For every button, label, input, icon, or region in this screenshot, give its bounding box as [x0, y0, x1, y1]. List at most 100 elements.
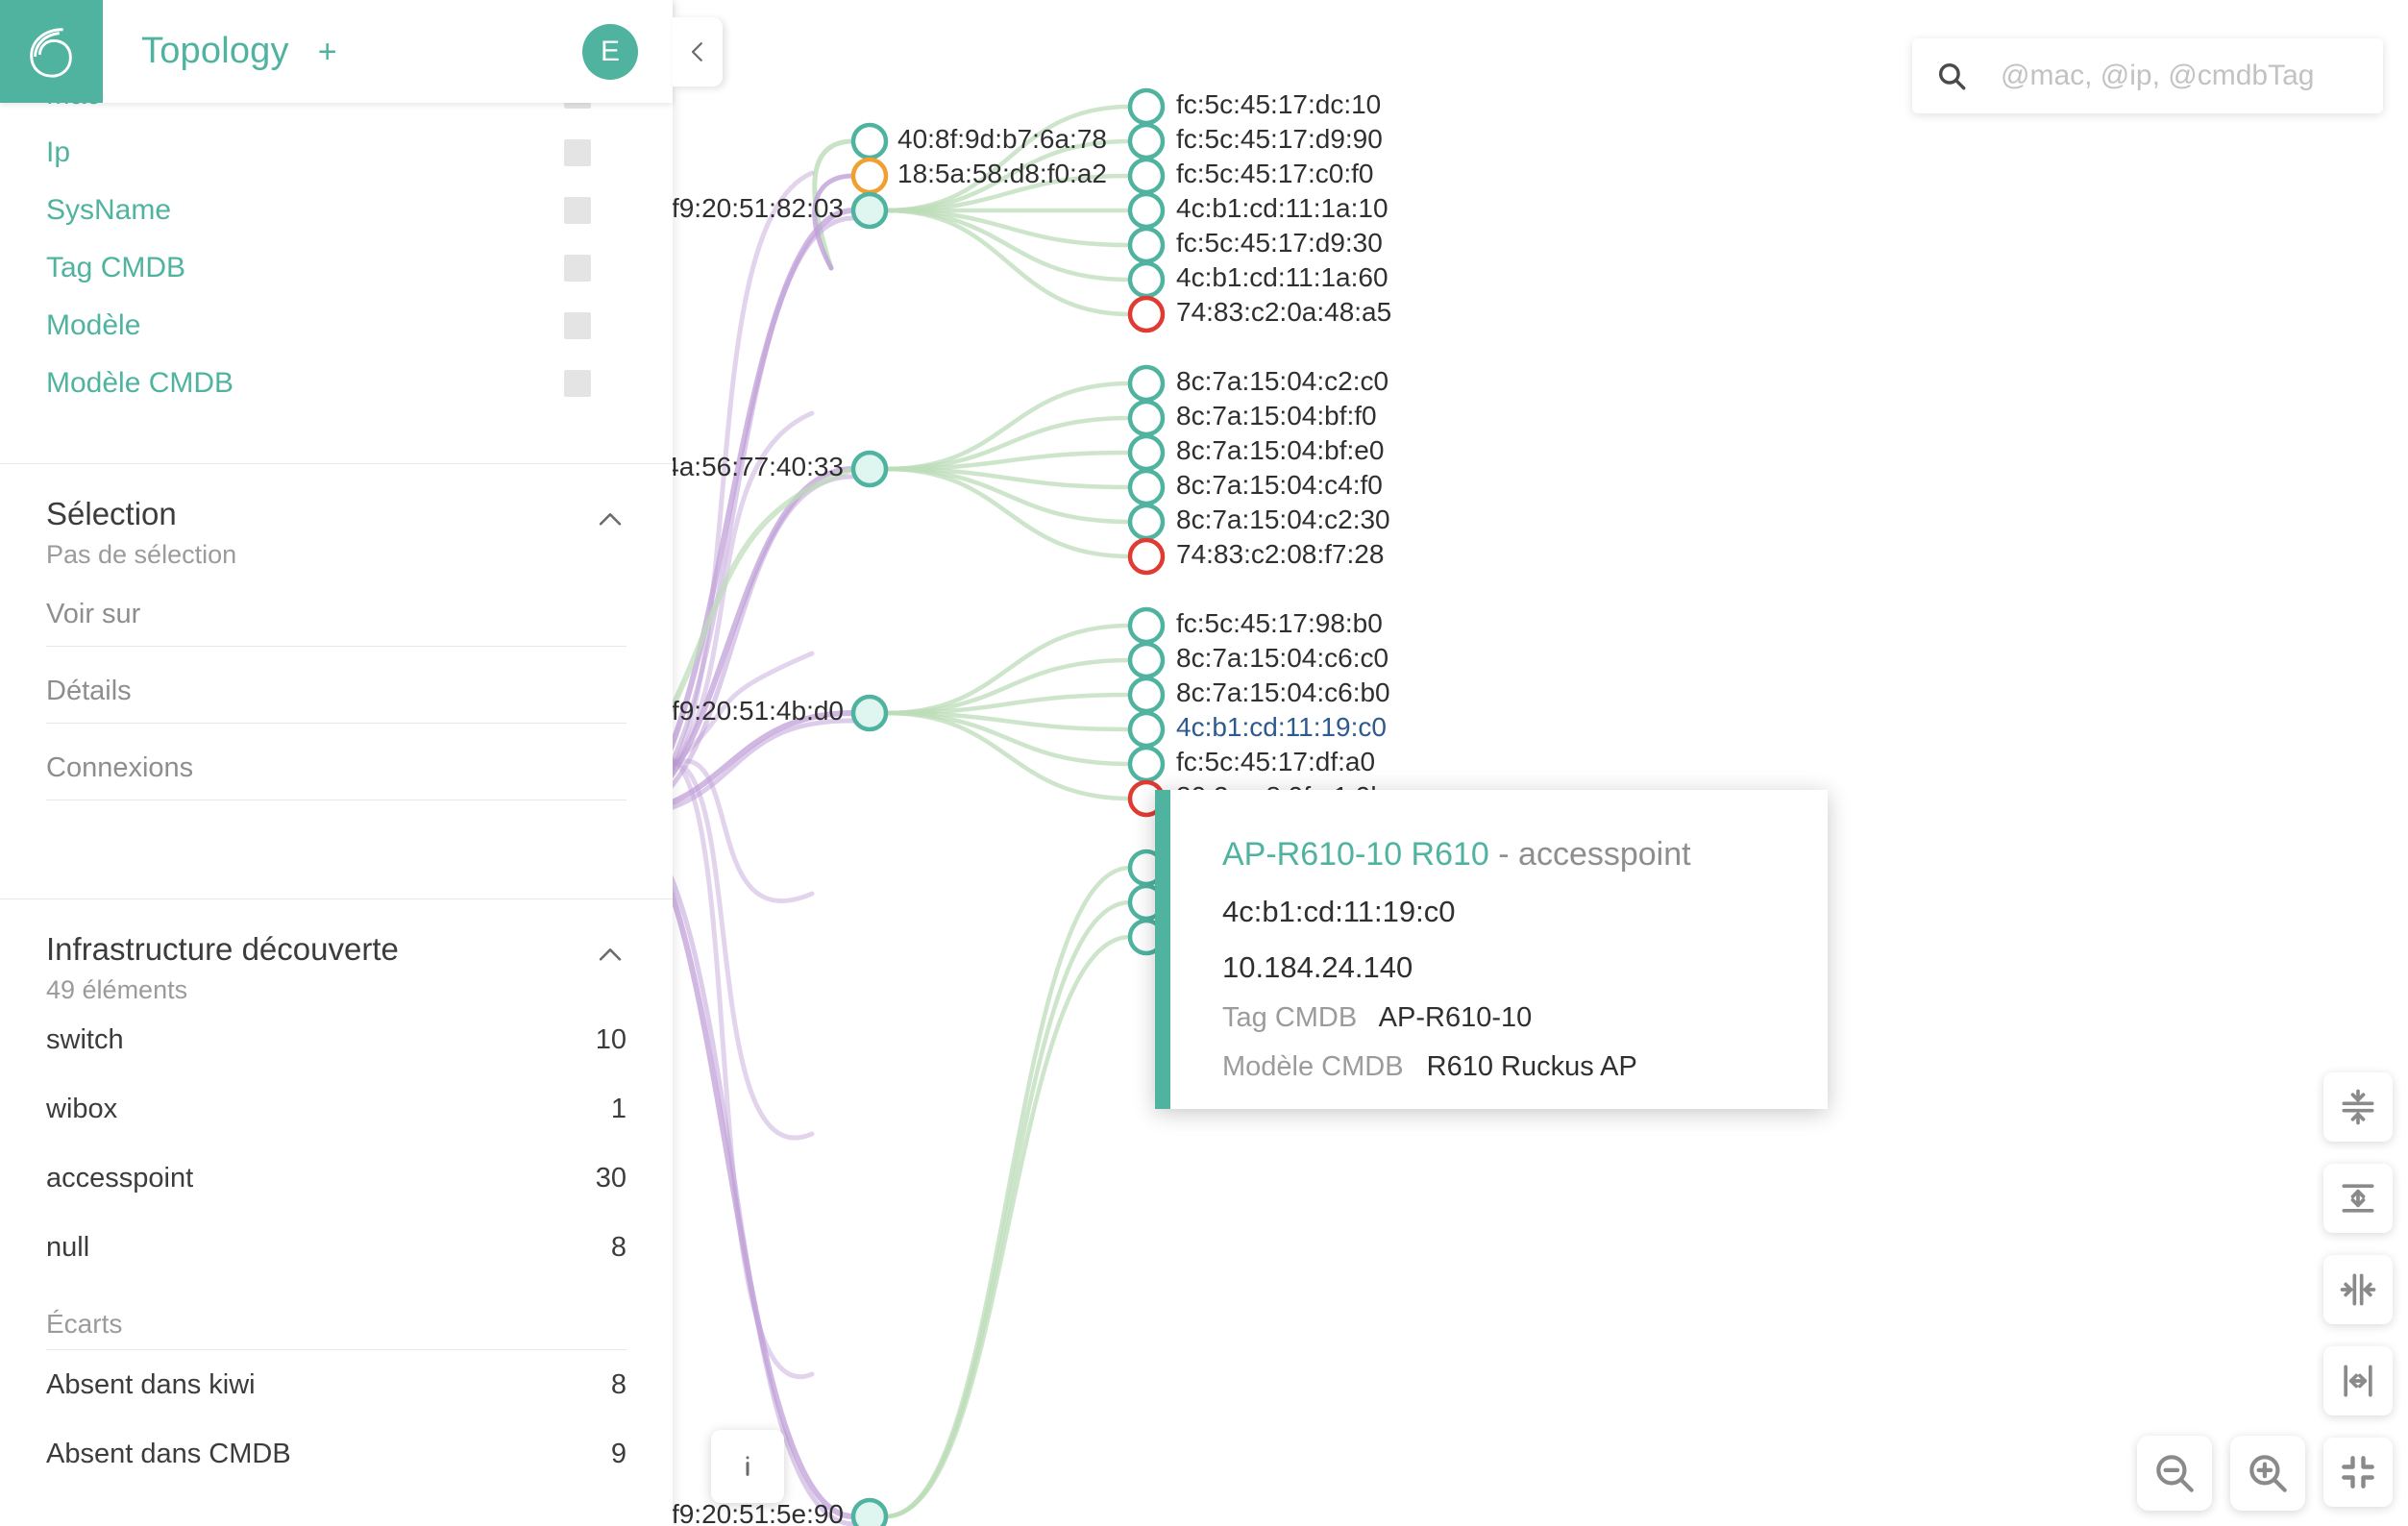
graph-node-leaf[interactable]: [1127, 676, 1166, 714]
graph-node-leaf[interactable]: [1127, 226, 1166, 264]
compress-horizontal-button[interactable]: [2323, 1255, 2393, 1324]
graph-node-leaf[interactable]: [1127, 260, 1166, 299]
field-toggle[interactable]: [564, 197, 591, 224]
graph-node-hub[interactable]: [850, 694, 889, 732]
node-label[interactable]: 8c:7a:15:04:bf:f0: [1176, 401, 1377, 431]
node-label[interactable]: 4c:b1:cd:11:19:c0: [1176, 712, 1387, 743]
graph-node-leaf[interactable]: [1127, 295, 1166, 333]
selection-subtitle: Pas de sélection: [46, 540, 237, 569]
fit-screen-button[interactable]: [2323, 1438, 2393, 1507]
selection-link-connexions[interactable]: Connexions: [46, 724, 627, 800]
graph-node-hub[interactable]: [850, 450, 889, 488]
selection-link-voir-sur[interactable]: Voir sur: [46, 570, 627, 647]
row-count: 10: [595, 1024, 627, 1055]
node-label[interactable]: 4c:b1:cd:11:1a:10: [1176, 193, 1388, 224]
node-label[interactable]: 8c:7a:15:04:c6:c0: [1176, 643, 1388, 674]
field-label: Mac: [46, 103, 101, 111]
graph-node-leaf[interactable]: [1127, 399, 1166, 437]
graph-node-hub[interactable]: [850, 191, 889, 230]
graph-edge: [673, 887, 856, 1519]
infra-row-wibox[interactable]: wibox 1: [46, 1074, 627, 1144]
field-row-tag-cmdb[interactable]: Tag CMDB: [0, 239, 673, 297]
graph-node-leaf[interactable]: [1127, 364, 1166, 403]
field-toggle[interactable]: [564, 255, 591, 282]
zoom-out-button[interactable]: [2137, 1436, 2212, 1511]
node-label[interactable]: 8c:7a:15:04:c2:30: [1176, 505, 1390, 535]
tooltip-tag-cmdb-label: Tag CMDB: [1222, 1002, 1358, 1033]
graph-node-leaf[interactable]: [1127, 191, 1166, 230]
node-label[interactable]: 74:83:c2:0a:48:a5: [1176, 297, 1391, 328]
info-icon: [746, 1456, 749, 1476]
field-row-mod-le[interactable]: Modèle: [0, 297, 673, 355]
infra-row-null[interactable]: null 8: [46, 1213, 627, 1282]
field-toggle[interactable]: [564, 103, 591, 109]
graph-node-leaf[interactable]: [1127, 745, 1166, 783]
node-label[interactable]: fc:5c:45:17:dc:10: [1176, 89, 1381, 120]
node-label[interactable]: 40:8f:9d:b7:6a:78: [897, 124, 1107, 155]
node-label[interactable]: 8c:7a:15:04:c6:b0: [1176, 677, 1390, 708]
field-toggle[interactable]: [564, 370, 591, 397]
zoom-in-button[interactable]: [2230, 1436, 2305, 1511]
node-label[interactable]: 74:83:c2:08:f7:28: [1176, 539, 1384, 570]
infrastructure-collapse-button[interactable]: [594, 939, 627, 972]
graph-node-leaf[interactable]: [1127, 641, 1166, 679]
node-label[interactable]: 18:5a:58:d8:f0:a2: [897, 159, 1107, 189]
node-tooltip: AP-R610-10 R610 - accesspoint 4c:b1:cd:1…: [1155, 790, 1828, 1109]
node-label[interactable]: fc:5c:45:17:c0:f0: [1176, 159, 1373, 189]
expand-vertical-button[interactable]: [2323, 1164, 2393, 1233]
row-count: 8: [610, 1232, 627, 1263]
compress-vertical-button[interactable]: [2323, 1072, 2393, 1142]
sidebar-collapse-button[interactable]: [673, 17, 723, 86]
graph-node-hub[interactable]: [850, 1497, 889, 1526]
graph-node-leaf[interactable]: [1127, 157, 1166, 195]
tooltip-tag-cmdb-value: AP-R610-10: [1378, 1002, 1533, 1033]
info-button[interactable]: [711, 1430, 784, 1503]
graph-edge: [673, 466, 856, 714]
avatar[interactable]: E: [582, 23, 638, 80]
infrastructure-rows: switch 10 wibox 1 accesspoint 30 null 8: [46, 1005, 627, 1282]
row-label: Absent dans CMDB: [46, 1439, 291, 1469]
node-label[interactable]: fc:5c:45:17:d9:30: [1176, 228, 1383, 258]
graph-canvas[interactable]: fc:5c:45:17:dc:10 fc:5c:45:17:d9:90 fc:5c:…: [362, 0, 2408, 1526]
ecart-row-absent-dans-kiwi[interactable]: Absent dans kiwi 8: [46, 1350, 627, 1419]
search-input[interactable]: [2001, 60, 2360, 92]
node-label[interactable]: fc:5c:45:17:d9:90: [1176, 124, 1383, 155]
infra-row-switch[interactable]: switch 10: [46, 1005, 627, 1074]
node-label[interactable]: fc:5c:45:17:df:a0: [1176, 747, 1375, 777]
graph-edge: [883, 381, 1133, 472]
ecart-row-absent-dans-cmdb[interactable]: Absent dans CMDB 9: [46, 1419, 627, 1489]
graph-edge: [883, 692, 1133, 716]
app-logo[interactable]: [0, 0, 103, 103]
graph-node-leaf[interactable]: [1127, 468, 1166, 506]
tooltip-title: AP-R610-10 R610 - accesspoint: [1222, 836, 1774, 874]
node-label[interactable]: fc:5c:45:17:98:b0: [1176, 608, 1383, 639]
expand-horizontal-button[interactable]: [2323, 1346, 2393, 1415]
field-row-sysname[interactable]: SysName: [0, 182, 673, 239]
infra-row-accesspoint[interactable]: accesspoint 30: [46, 1144, 627, 1213]
selection-collapse-button[interactable]: [594, 504, 627, 536]
node-label[interactable]: 8c:7a:15:04:bf:e0: [1176, 435, 1384, 466]
search-box[interactable]: [1912, 38, 2383, 113]
node-label[interactable]: 8c:7a:15:04:c4:f0: [1176, 470, 1383, 501]
node-label[interactable]: 4c:b1:cd:11:1a:60: [1176, 262, 1388, 293]
expand-vertical-icon: [2342, 1184, 2374, 1213]
node-label[interactable]: 8c:7a:15:04:c2:c0: [1176, 366, 1388, 397]
field-toggle[interactable]: [564, 312, 591, 339]
graph-node-leaf[interactable]: [1127, 122, 1166, 160]
field-row-ip[interactable]: Ip: [0, 124, 673, 182]
graph-node-leaf[interactable]: [1127, 433, 1166, 472]
graph-node-leaf[interactable]: [1127, 710, 1166, 749]
graph-node[interactable]: [850, 157, 889, 195]
field-toggle[interactable]: [564, 139, 591, 166]
selection-link-d-tails[interactable]: Détails: [46, 647, 627, 724]
infrastructure-section: Infrastructure découverte 49 éléments sw…: [0, 898, 673, 1489]
compress-vertical-icon: [2342, 1089, 2374, 1125]
graph-node-leaf[interactable]: [1127, 503, 1166, 541]
field-row-mod-le-cmdb[interactable]: Modèle CMDB: [0, 355, 673, 412]
graph-node-leaf[interactable]: [1127, 537, 1166, 576]
add-tab-button[interactable]: +: [318, 36, 337, 68]
field-row-mac[interactable]: Mac: [0, 103, 673, 124]
graph-node-leaf[interactable]: [1127, 606, 1166, 645]
graph-node[interactable]: [850, 122, 889, 160]
graph-node-leaf[interactable]: [1127, 87, 1166, 126]
